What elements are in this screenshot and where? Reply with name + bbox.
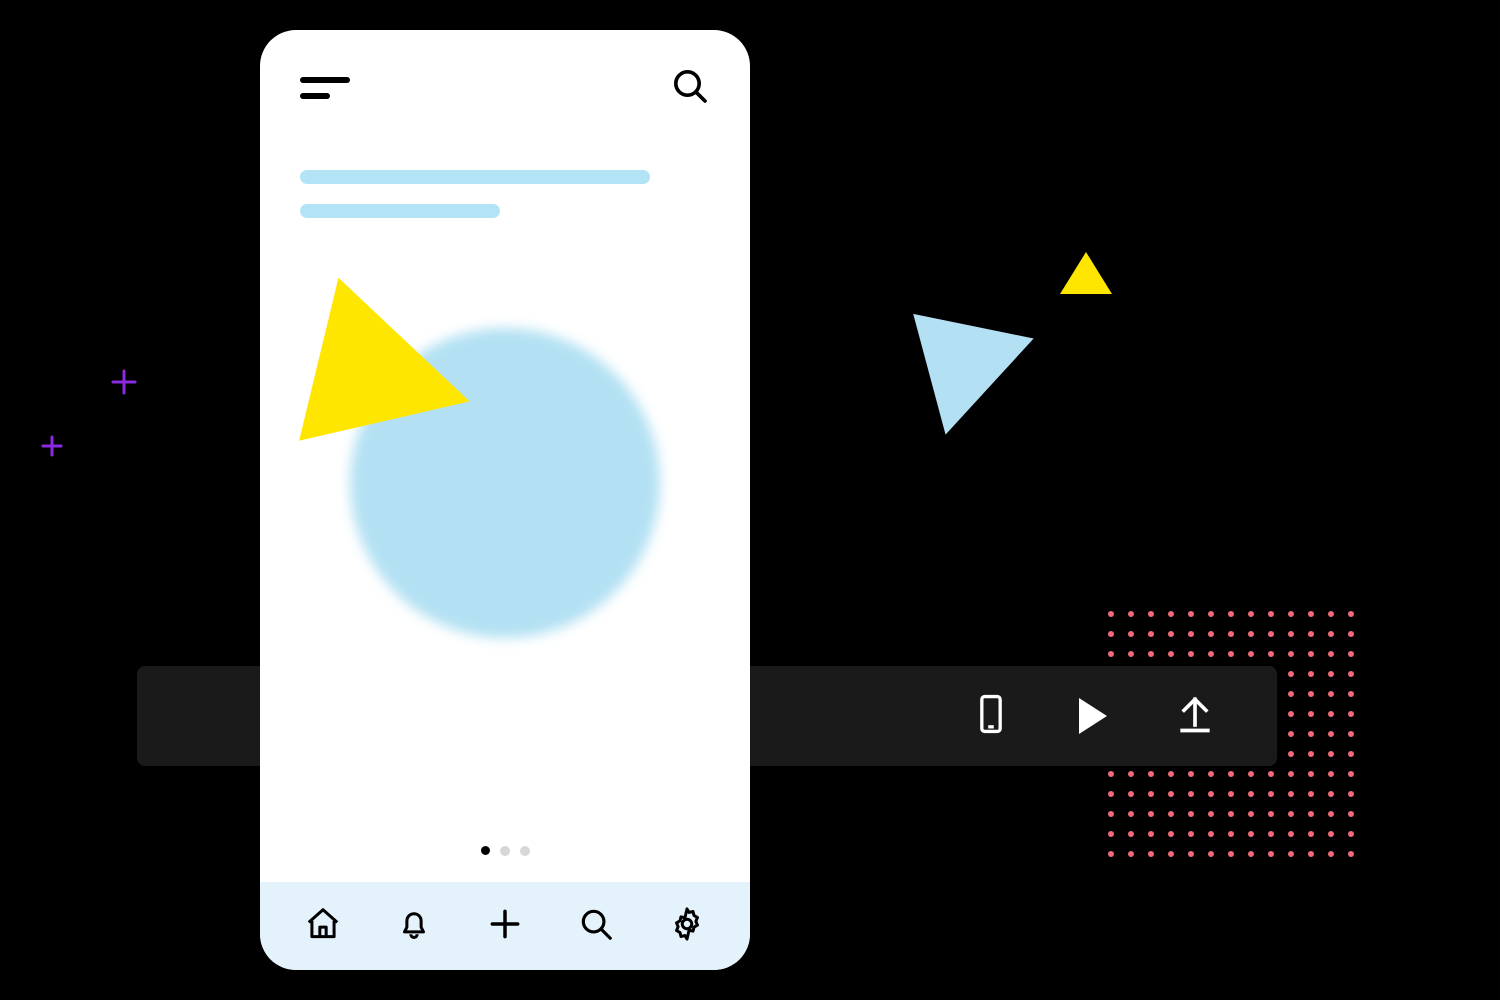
triangle-decoration (1060, 252, 1112, 294)
bell-icon[interactable] (395, 905, 433, 947)
triangle-decoration (913, 285, 1052, 434)
bottom-tabbar (260, 882, 750, 970)
play-icon[interactable] (1079, 698, 1107, 734)
search-icon[interactable] (670, 66, 710, 110)
pager-dot[interactable] (481, 846, 490, 855)
search-icon[interactable] (577, 905, 615, 947)
pager-dot[interactable] (500, 846, 510, 856)
menu-icon[interactable] (300, 77, 350, 99)
plus-decoration (110, 368, 138, 400)
mobile-preview (260, 30, 750, 970)
upload-icon[interactable] (1173, 692, 1217, 740)
plus-icon[interactable] (486, 905, 524, 947)
page-indicator[interactable] (260, 836, 750, 882)
heading-placeholder (260, 120, 750, 238)
content-graphic (260, 238, 750, 836)
plus-decoration (40, 434, 64, 462)
home-icon[interactable] (304, 905, 342, 947)
gear-icon[interactable] (668, 905, 706, 947)
pager-dot[interactable] (520, 846, 530, 856)
device-icon[interactable] (969, 692, 1013, 740)
